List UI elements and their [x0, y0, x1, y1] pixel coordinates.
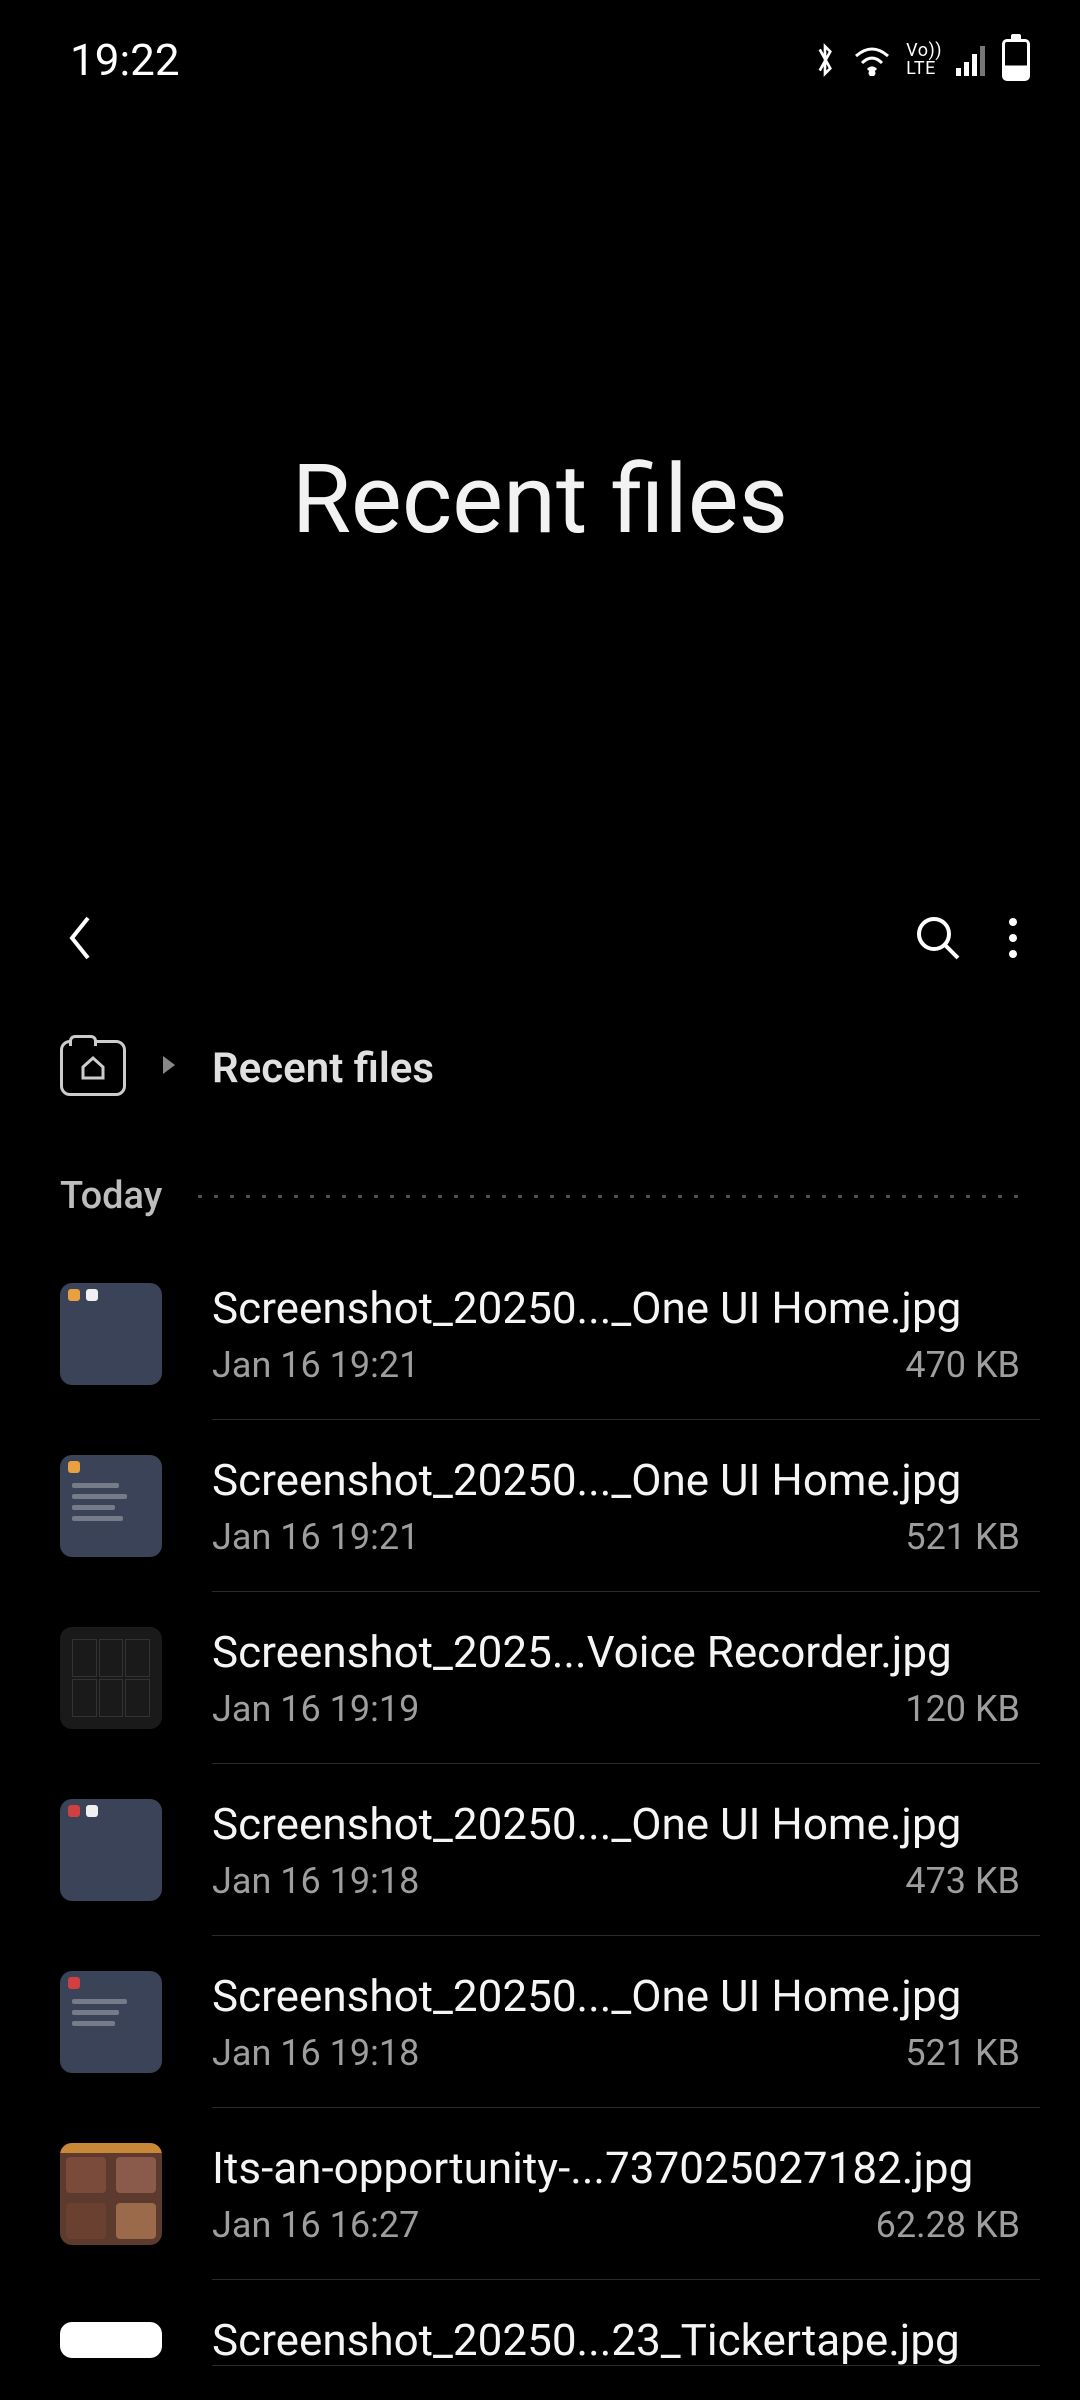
file-thumbnail — [60, 1799, 162, 1901]
file-row[interactable]: Its-an-opportunity-...737025027182.jpg J… — [60, 2108, 1080, 2280]
file-date: Jan 16 19:18 — [212, 2032, 419, 2074]
file-date: Jan 16 19:19 — [212, 1688, 419, 1730]
toolbar — [0, 880, 1080, 1000]
breadcrumb-current[interactable]: Recent files — [212, 1044, 434, 1093]
file-name: Screenshot_20250..._One UI Home.jpg — [212, 1454, 1020, 1506]
wifi-icon — [852, 44, 892, 76]
file-size: 62.28 KB — [876, 2204, 1020, 2246]
section-label: Today — [60, 1174, 162, 1218]
file-name: Screenshot_20250...23_Tickertape.jpg — [212, 2314, 1020, 2366]
file-size: 521 KB — [905, 2032, 1020, 2074]
file-size: 521 KB — [905, 1516, 1020, 1558]
file-row[interactable]: Screenshot_20250...23_Tickertape.jpg — [60, 2280, 1080, 2366]
file-thumbnail — [60, 1627, 162, 1729]
more-options-button[interactable] — [1006, 912, 1020, 968]
file-row[interactable]: Screenshot_2025...Voice Recorder.jpg Jan… — [60, 1592, 1080, 1764]
section-divider — [192, 1195, 1020, 1198]
file-thumbnail — [60, 2322, 162, 2358]
file-name: Screenshot_20250..._One UI Home.jpg — [212, 1798, 1020, 1850]
file-name: Screenshot_2025...Voice Recorder.jpg — [212, 1626, 1020, 1678]
file-row[interactable]: Screenshot_20250..._One UI Home.jpg Jan … — [60, 1248, 1080, 1420]
status-bar: 19:22 Vo)) LTE — [0, 0, 1080, 100]
file-name: Screenshot_20250..._One UI Home.jpg — [212, 1282, 1020, 1334]
file-thumbnail — [60, 2143, 162, 2245]
back-button[interactable] — [60, 908, 100, 972]
section-header: Today — [0, 1126, 1080, 1248]
file-size: 470 KB — [905, 1344, 1020, 1386]
file-name: Its-an-opportunity-...737025027182.jpg — [212, 2142, 1020, 2194]
file-row[interactable]: Screenshot_20250..._One UI Home.jpg Jan … — [60, 1764, 1080, 1936]
signal-icon — [956, 44, 988, 76]
status-right: Vo)) LTE — [812, 39, 1030, 81]
title-area: Recent files — [0, 120, 1080, 880]
bluetooth-icon — [812, 41, 838, 79]
breadcrumb: Recent files — [0, 1000, 1080, 1126]
file-date: Jan 16 16:27 — [212, 2204, 419, 2246]
file-name: Screenshot_20250..._One UI Home.jpg — [212, 1970, 1020, 2022]
file-row[interactable]: Screenshot_20250..._One UI Home.jpg Jan … — [60, 1936, 1080, 2108]
file-thumbnail — [60, 1971, 162, 2073]
file-date: Jan 16 19:18 — [212, 1860, 419, 1902]
search-button[interactable] — [912, 912, 964, 968]
volte-indicator: Vo)) LTE — [906, 42, 942, 78]
file-size: 473 KB — [905, 1860, 1020, 1902]
battery-icon — [1002, 39, 1030, 81]
file-thumbnail — [60, 1283, 162, 1385]
status-time: 19:22 — [70, 34, 180, 86]
breadcrumb-separator-icon — [160, 1053, 178, 1083]
file-thumbnail — [60, 1455, 162, 1557]
file-size: 120 KB — [905, 1688, 1020, 1730]
file-date: Jan 16 19:21 — [212, 1344, 419, 1386]
home-folder-button[interactable] — [60, 1040, 126, 1096]
file-date: Jan 16 19:21 — [212, 1516, 419, 1558]
page-title: Recent files — [292, 444, 788, 556]
file-row[interactable]: Screenshot_20250..._One UI Home.jpg Jan … — [60, 1420, 1080, 1592]
file-list: Screenshot_20250..._One UI Home.jpg Jan … — [0, 1248, 1080, 2366]
